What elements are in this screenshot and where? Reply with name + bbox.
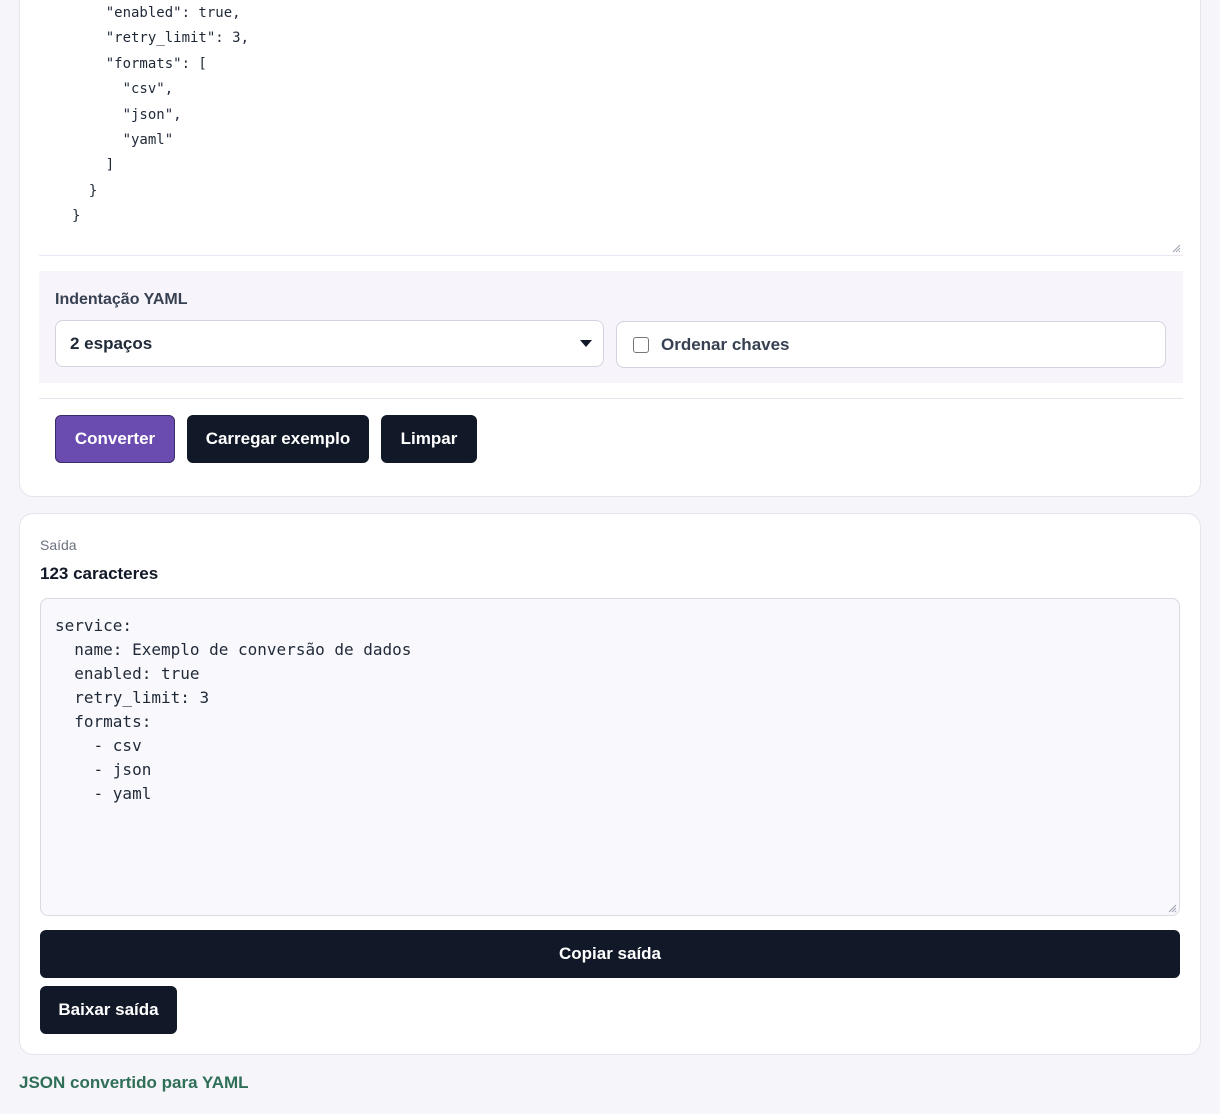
sort-keys-label: Ordenar chaves: [661, 334, 790, 354]
yaml-output[interactable]: service: name: Exemplo de conversão de d…: [40, 598, 1180, 916]
sort-keys-option[interactable]: Ordenar chaves: [616, 321, 1166, 368]
convert-button[interactable]: Converter: [55, 415, 175, 463]
divider: [39, 398, 1183, 399]
chevron-down-icon: [580, 340, 592, 347]
output-card: Saída 123 caracteres service: name: Exem…: [19, 513, 1201, 1055]
resize-grip-icon[interactable]: [1171, 243, 1181, 253]
json-input-text: "enabled": true, "retry_limit": 3, "form…: [72, 5, 250, 225]
output-label: Saída: [40, 537, 77, 553]
status-message: JSON convertido para YAML: [19, 1073, 249, 1092]
yaml-output-text: service: name: Exemplo de conversão de d…: [55, 616, 412, 803]
indent-label: Indentação YAML: [55, 291, 188, 308]
resize-grip-icon[interactable]: [1167, 903, 1177, 913]
load-example-button[interactable]: Carregar exemplo: [187, 415, 369, 463]
output-char-count: 123 caracteres: [40, 564, 159, 583]
copy-output-button[interactable]: Copiar saída: [40, 930, 1180, 978]
indent-selected-value: 2 espaços: [70, 333, 153, 353]
sort-keys-checkbox[interactable]: [633, 336, 649, 353]
json-input[interactable]: "enabled": true, "retry_limit": 3, "form…: [39, 0, 1183, 256]
indent-select[interactable]: 2 espaços: [55, 320, 604, 367]
download-output-button[interactable]: Baixar saída: [40, 986, 177, 1034]
options-panel: Indentação YAML 2 espaços Ordenar chaves: [39, 271, 1183, 383]
clear-button[interactable]: Limpar: [381, 415, 477, 463]
input-card: "enabled": true, "retry_limit": 3, "form…: [19, 0, 1201, 497]
